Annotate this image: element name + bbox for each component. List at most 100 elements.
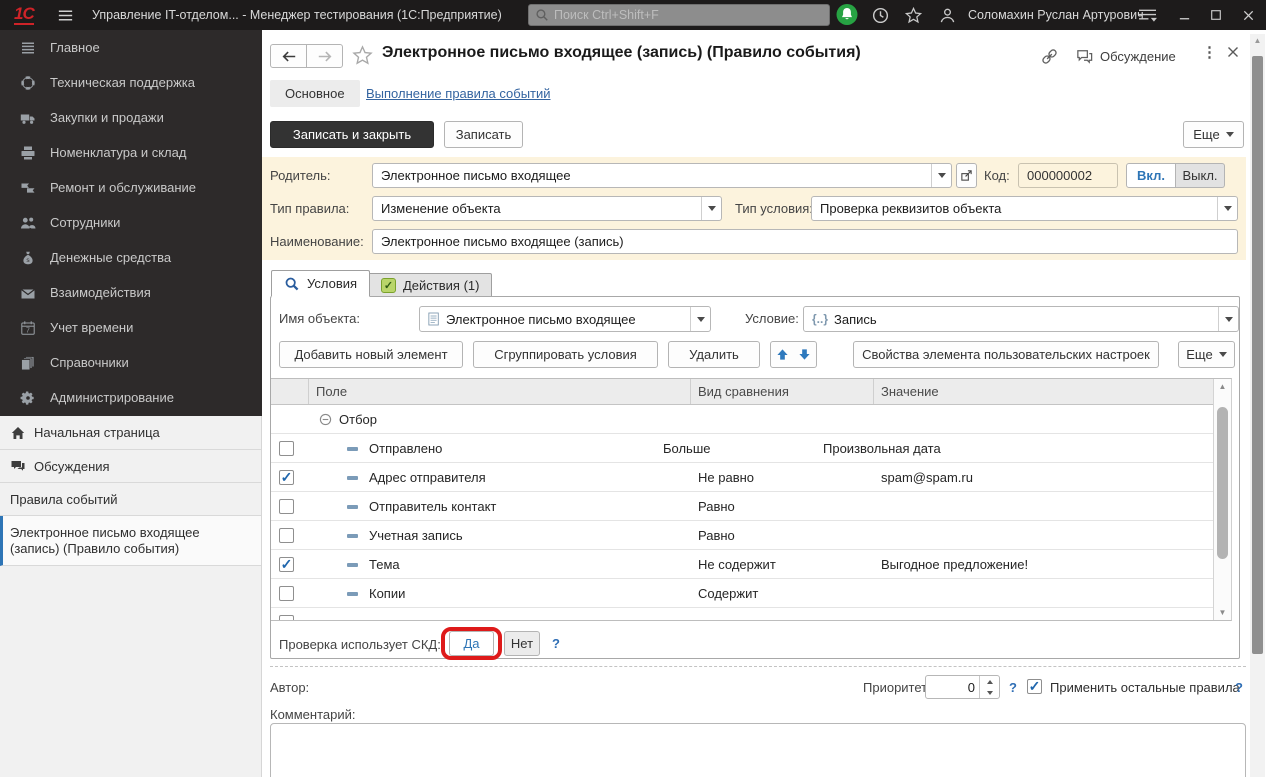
- sidebar-item-repair[interactable]: Ремонт и обслуживание: [0, 170, 262, 205]
- sidebar-item-administration[interactable]: Администрирование: [0, 380, 262, 415]
- global-search[interactable]: [528, 4, 830, 26]
- sidebar-item-employees[interactable]: Сотрудники: [0, 205, 262, 240]
- table-more-button[interactable]: Еще: [1178, 341, 1235, 368]
- favorite-star-icon[interactable]: [352, 45, 373, 69]
- table-scrollbar-thumb[interactable]: [1217, 407, 1228, 559]
- skd-no-button[interactable]: Нет: [504, 631, 540, 656]
- save-and-close-button[interactable]: Записать и закрыть: [270, 121, 434, 148]
- favorites-star-icon[interactable]: [902, 4, 924, 26]
- row-checkbox[interactable]: [279, 615, 294, 621]
- skd-help-link[interactable]: ?: [552, 636, 560, 651]
- move-down-button[interactable]: [793, 341, 817, 368]
- priority-field[interactable]: [925, 675, 1000, 699]
- form-scrollbar[interactable]: ▲: [1250, 34, 1265, 777]
- sidebar-item-event-rules[interactable]: Правила событий: [0, 483, 261, 516]
- enable-off-button[interactable]: Выкл.: [1176, 163, 1225, 188]
- sidebar-item-main[interactable]: Главное: [0, 30, 262, 65]
- row-checkbox[interactable]: [279, 470, 294, 485]
- condition-type-field[interactable]: Проверка реквизитов объекта: [811, 196, 1238, 221]
- row-checkbox[interactable]: [279, 586, 294, 601]
- forward-button[interactable]: [306, 44, 343, 68]
- table-row[interactable]: Адрес отправителя Не равно spam@spam.ru: [271, 463, 1231, 492]
- apply-rest-help-link[interactable]: ?: [1235, 680, 1243, 695]
- table-row-partial[interactable]: [271, 608, 1231, 621]
- table-group-row[interactable]: Отбор: [271, 405, 1231, 434]
- more-dots-icon[interactable]: ⋮: [1202, 43, 1217, 61]
- enable-on-button[interactable]: Вкл.: [1126, 163, 1176, 188]
- rule-type-field[interactable]: Изменение объекта: [372, 196, 722, 221]
- chevron-down-icon[interactable]: [701, 197, 721, 220]
- more-actions-button[interactable]: Еще: [1183, 121, 1244, 148]
- sidebar-item-catalogs[interactable]: Справочники: [0, 345, 262, 380]
- scroll-down-icon[interactable]: ▼: [1214, 608, 1231, 617]
- chevron-down-icon[interactable]: [1217, 197, 1237, 220]
- minimize-icon[interactable]: [1170, 0, 1198, 30]
- tab-conditions[interactable]: Условия: [271, 270, 370, 297]
- skd-yes-button[interactable]: Да: [449, 631, 494, 656]
- current-user-name[interactable]: Соломахин Руслан Артурович: [968, 8, 1144, 22]
- chevron-down-icon[interactable]: [931, 164, 951, 187]
- sidebar-item-time[interactable]: 7 Учет времени: [0, 310, 262, 345]
- sidebar-item-home[interactable]: Начальная страница: [0, 416, 261, 450]
- row-checkbox[interactable]: [279, 528, 294, 543]
- stepper-up-icon[interactable]: [980, 676, 999, 687]
- group-conditions-button[interactable]: Сгруппировать условия: [473, 341, 658, 368]
- stepper-down-icon[interactable]: [980, 687, 999, 698]
- priority-input[interactable]: [926, 676, 979, 698]
- tab-actions[interactable]: ✓ Действия (1): [368, 273, 492, 297]
- object-name-field[interactable]: Электронное письмо входящее: [419, 306, 711, 332]
- add-element-button[interactable]: Добавить новый элемент: [279, 341, 463, 368]
- move-up-button[interactable]: [770, 341, 794, 368]
- table-row[interactable]: Отправитель контакт Равно: [271, 492, 1231, 521]
- close-form-icon[interactable]: [1226, 45, 1240, 62]
- table-row[interactable]: Копии Содержит: [271, 579, 1231, 608]
- condition-field[interactable]: {..} Запись: [803, 306, 1239, 332]
- scroll-up-icon[interactable]: ▲: [1214, 382, 1231, 391]
- table-scrollbar[interactable]: ▲ ▼: [1213, 379, 1231, 620]
- open-parent-button[interactable]: [956, 163, 977, 188]
- search-input[interactable]: [554, 8, 823, 22]
- tab-main[interactable]: Основное: [270, 80, 360, 107]
- sidebar-item-interactions[interactable]: Взаимодействия: [0, 275, 262, 310]
- table-row[interactable]: Тема Не содержит Выгодное предложение!: [271, 550, 1231, 579]
- copy-link-icon[interactable]: [1040, 47, 1059, 69]
- sidebar-item-money[interactable]: s Денежные средства: [0, 240, 262, 275]
- discussion-button[interactable]: Обсуждение: [1075, 47, 1176, 66]
- column-comparison[interactable]: Вид сравнения: [698, 384, 789, 399]
- sidebar-item-current-rule[interactable]: Электронное письмо входящее (запись) (Пр…: [0, 516, 261, 566]
- sidebar-item-stock[interactable]: Номенклатура и склад: [0, 135, 262, 170]
- row-checkbox[interactable]: [279, 557, 294, 572]
- tab-rule-executions-link[interactable]: Выполнение правила событий: [366, 86, 551, 101]
- sidebar-item-support[interactable]: Техническая поддержка: [0, 65, 262, 100]
- user-icon[interactable]: [936, 4, 958, 26]
- back-button[interactable]: [270, 44, 307, 68]
- close-window-icon[interactable]: [1234, 0, 1262, 30]
- parent-field[interactable]: Электронное письмо входящее: [372, 163, 952, 188]
- sidebar-item-purchases[interactable]: Закупки и продажи: [0, 100, 262, 135]
- priority-help-link[interactable]: ?: [1009, 680, 1017, 695]
- column-field[interactable]: Поле: [316, 384, 347, 399]
- table-row[interactable]: Учетная запись Равно: [271, 521, 1231, 550]
- collapse-icon[interactable]: [319, 413, 332, 429]
- chevron-down-icon[interactable]: [1218, 307, 1238, 331]
- user-settings-properties-button[interactable]: Свойства элемента пользовательских настр…: [853, 341, 1159, 368]
- save-button[interactable]: Записать: [444, 121, 523, 148]
- maximize-icon[interactable]: [1202, 0, 1230, 30]
- comment-field[interactable]: [270, 723, 1246, 777]
- column-value[interactable]: Значение: [881, 384, 939, 399]
- priority-stepper[interactable]: [979, 676, 999, 698]
- notification-center-icon[interactable]: [836, 3, 858, 25]
- hamburger-menu-icon[interactable]: [54, 4, 76, 26]
- form-scrollbar-thumb[interactable]: [1252, 56, 1263, 654]
- delete-button[interactable]: Удалить: [668, 341, 760, 368]
- history-icon[interactable]: [869, 4, 891, 26]
- name-field[interactable]: Электронное письмо входящее (запись): [372, 229, 1238, 254]
- chevron-down-icon[interactable]: [690, 307, 710, 331]
- sidebar-item-discussions[interactable]: Обсуждения: [0, 450, 261, 483]
- service-menu-icon[interactable]: [1136, 4, 1158, 26]
- row-checkbox[interactable]: [279, 441, 294, 456]
- table-row[interactable]: Отправлено Больше Произвольная дата: [271, 434, 1231, 463]
- scroll-up-icon[interactable]: ▲: [1250, 36, 1265, 45]
- row-checkbox[interactable]: [279, 499, 294, 514]
- apply-rest-checkbox[interactable]: [1027, 679, 1042, 694]
